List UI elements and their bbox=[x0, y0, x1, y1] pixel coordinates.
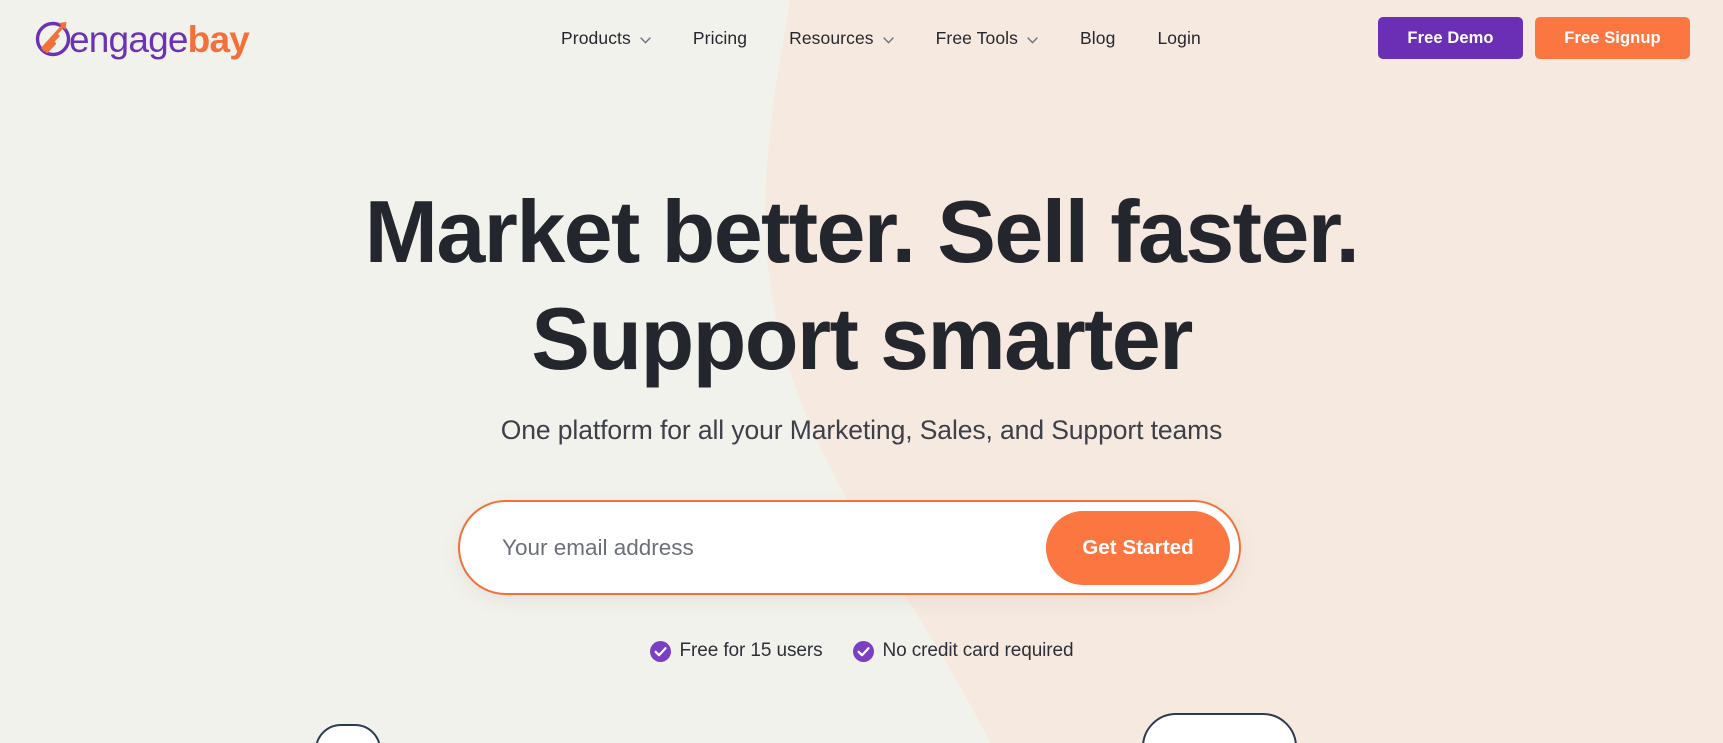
nav-item-pricing-label: Pricing bbox=[692, 27, 748, 48]
chevron-down-icon bbox=[1027, 36, 1038, 44]
nav-item-blog-label: Blog bbox=[1080, 27, 1116, 48]
get-started-button[interactable]: Get Started bbox=[1046, 510, 1230, 585]
nav-item-pricing[interactable]: Pricing bbox=[672, 0, 768, 76]
badge-no-credit-card: No credit card required bbox=[852, 640, 1074, 662]
nav-item-blog[interactable]: Blog bbox=[1059, 0, 1136, 76]
email-signup-form: Get Started bbox=[458, 500, 1241, 595]
brand-wordmark-bay: bay bbox=[187, 18, 250, 60]
hero-badges: Free for 15 users No credit card require… bbox=[0, 640, 1723, 662]
brand-wordmark-engage: engage bbox=[69, 18, 188, 60]
badge-free-for-15-users-label: Free for 15 users bbox=[679, 640, 823, 661]
nav-item-products[interactable]: Products bbox=[540, 0, 672, 76]
engagebay-growth-arrow-icon bbox=[35, 21, 71, 57]
hero-subtitle: One platform for all your Marketing, Sal… bbox=[500, 415, 1223, 445]
floating-card-left bbox=[315, 724, 381, 743]
brand-logo[interactable]: engagebay bbox=[34, 16, 250, 60]
hero-title-line-2: Support smarter bbox=[531, 289, 1193, 389]
nav-item-login-label: Login bbox=[1157, 27, 1201, 48]
header-actions: Free Demo Free Signup bbox=[1378, 0, 1690, 76]
hero-title-line-1: Market better. Sell faster. bbox=[364, 182, 1360, 281]
badge-free-for-15-users: Free for 15 users bbox=[649, 640, 823, 662]
floating-card-right bbox=[1142, 713, 1297, 743]
nav-item-products-label: Products bbox=[561, 27, 631, 48]
nav-item-resources[interactable]: Resources bbox=[768, 0, 915, 76]
chevron-down-icon bbox=[882, 36, 894, 44]
check-circle-icon bbox=[649, 640, 671, 662]
nav-item-free-tools[interactable]: Free Tools bbox=[915, 0, 1059, 76]
badge-no-credit-card-label: No credit card required bbox=[882, 640, 1074, 661]
hero-section: Market better. Sell faster. Support smar… bbox=[0, 0, 1723, 743]
primary-navigation: Products Pricing Resources Free Tools Bl… bbox=[540, 0, 1222, 76]
email-input[interactable] bbox=[460, 517, 1046, 578]
brand-wordmark: engagebay bbox=[69, 18, 250, 60]
free-signup-button[interactable]: Free Signup bbox=[1535, 17, 1690, 59]
nav-item-login[interactable]: Login bbox=[1136, 0, 1221, 76]
nav-item-resources-label: Resources bbox=[789, 27, 874, 48]
hero-title: Market better. Sell faster. Support smar… bbox=[0, 178, 1723, 393]
check-circle-icon bbox=[852, 640, 874, 662]
chevron-down-icon bbox=[640, 36, 651, 44]
nav-item-free-tools-label: Free Tools bbox=[935, 27, 1019, 48]
site-header: engagebay Products Pricing Resources Fre… bbox=[0, 0, 1723, 76]
free-demo-button[interactable]: Free Demo bbox=[1378, 17, 1523, 59]
